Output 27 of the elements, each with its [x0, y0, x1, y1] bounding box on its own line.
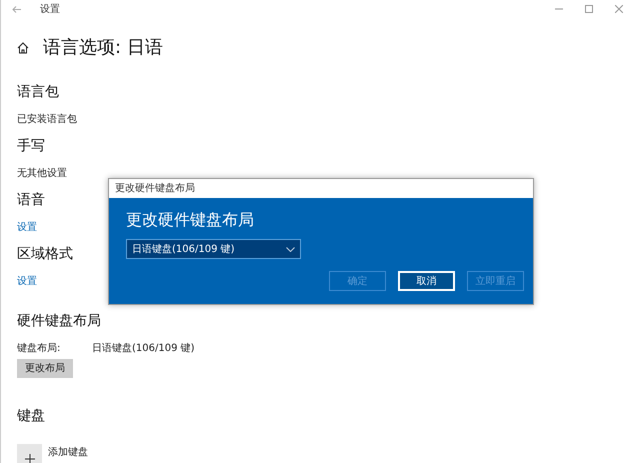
window-title: 设置 [40, 2, 60, 16]
section-text: 无其他设置 [17, 166, 67, 181]
back-arrow-icon[interactable] [12, 6, 21, 12]
dialog-heading: 更改硬件键盘布局 [126, 209, 254, 231]
close-icon[interactable] [615, 5, 623, 13]
dialog-button[interactable]: 取消 [398, 271, 455, 291]
section-heading: 语音 [17, 191, 45, 210]
chevron-down-icon [286, 246, 295, 252]
section-heading: 硬件键盘布局 [17, 312, 101, 331]
maximize-icon[interactable] [585, 5, 593, 13]
change-layout-button[interactable]: 更改布局 [17, 359, 73, 378]
dialog-title: 更改硬件键盘布局 [115, 182, 195, 196]
section-text: 已安装语言包 [17, 112, 77, 127]
section-heading: 语言包 [17, 83, 59, 102]
field-label: 键盘布局: [17, 342, 62, 356]
page-title: 语言选项: 日语 [43, 36, 163, 60]
layout-dropdown[interactable]: 日语键盘(106/109 键) [126, 239, 301, 259]
settings-link[interactable]: 设置 [17, 274, 37, 289]
add-keyboard-button[interactable] [17, 444, 42, 463]
section-heading: 区域格式 [17, 245, 73, 264]
plus-icon [24, 454, 34, 463]
section-heading: 手写 [17, 137, 45, 156]
field-value: 日语键盘(106/109 键) [92, 342, 195, 356]
section-heading: 键盘 [17, 407, 45, 426]
add-keyboard-label: 添加键盘 [48, 446, 88, 460]
home-icon[interactable] [17, 42, 29, 54]
settings-link[interactable]: 设置 [17, 220, 37, 235]
